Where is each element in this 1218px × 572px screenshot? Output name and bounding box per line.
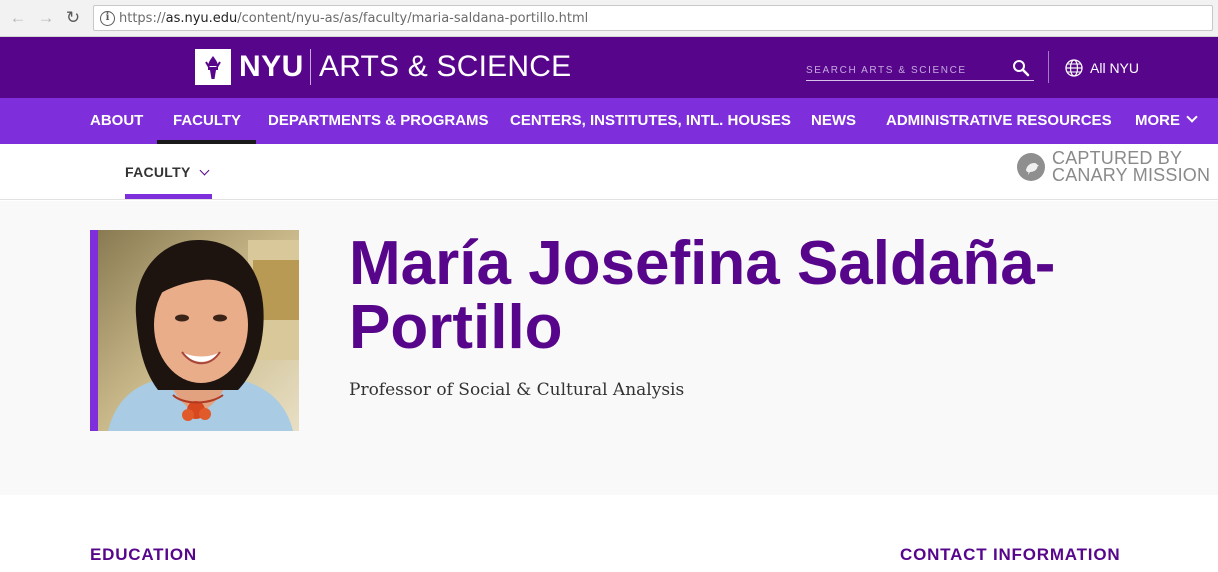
main-nav: ABOUT FACULTY DEPARTMENTS & PROGRAMS CEN…: [0, 98, 1218, 144]
profile-name: María Josefina Saldaña-Portillo: [349, 229, 1056, 362]
profile-photo: [98, 230, 299, 431]
nav-item-faculty[interactable]: FACULTY: [156, 98, 257, 144]
search-box: [806, 59, 1034, 81]
canary-bird-icon: [1017, 153, 1045, 181]
search-input[interactable]: [806, 61, 1002, 79]
nav-item-more[interactable]: MORE: [1135, 98, 1198, 144]
logo-divider: [310, 49, 311, 85]
subnav-faculty-dropdown[interactable]: FACULTY: [125, 164, 210, 180]
nav-item-admin[interactable]: ADMINISTRATIVE RESOURCES: [886, 98, 1112, 144]
header-divider: [1048, 51, 1049, 83]
nav-item-centers[interactable]: CENTERS, INSTITUTES, INTL. HOUSES: [510, 98, 791, 144]
education-heading: EDUCATION: [90, 545, 197, 564]
globe-icon[interactable]: [1065, 59, 1083, 77]
browser-toolbar: ← → ↻ i https://as.nyu.edu/content/nyu-a…: [0, 0, 1218, 37]
nav-more-label: MORE: [1135, 112, 1180, 129]
url-text[interactable]: https://as.nyu.edu/content/nyu-as/as/fac…: [119, 11, 588, 26]
subnav-active-indicator: [125, 194, 212, 199]
torch-icon: [205, 56, 221, 79]
search-icon[interactable]: [1012, 59, 1030, 77]
contact-heading: CONTACT INFORMATION: [900, 545, 1121, 564]
back-arrow-icon[interactable]: ←: [8, 8, 28, 28]
nav-item-news[interactable]: NEWS: [811, 98, 856, 144]
subnav-faculty-label: FACULTY: [125, 164, 191, 180]
canary-mission-watermark: CAPTURED BY CANARY MISSION: [1052, 149, 1211, 185]
nav-item-about[interactable]: ABOUT: [90, 98, 143, 144]
logo-school-text[interactable]: ARTS & SCIENCE: [319, 49, 571, 85]
forward-arrow-icon[interactable]: →: [36, 8, 56, 28]
nav-item-departments[interactable]: DEPARTMENTS & PROGRAMS: [268, 98, 489, 144]
site-header: NYU ARTS & SCIENCE All NYU: [0, 37, 1218, 98]
watermark-line-2: CANARY MISSION: [1052, 165, 1211, 185]
nyu-torch-logo[interactable]: [195, 49, 231, 85]
reload-icon[interactable]: ↻: [63, 8, 83, 28]
chevron-down-icon: [199, 165, 210, 176]
info-icon[interactable]: i: [100, 11, 115, 26]
chevron-down-icon: [1186, 111, 1198, 123]
address-bar[interactable]: i https://as.nyu.edu/content/nyu-as/as/f…: [93, 5, 1213, 31]
logo-nyu-text[interactable]: NYU: [239, 49, 304, 85]
all-nyu-link[interactable]: All NYU: [1090, 60, 1139, 76]
photo-accent-bar: [90, 230, 98, 431]
profile-title: Professor of Social & Cultural Analysis: [349, 380, 685, 400]
